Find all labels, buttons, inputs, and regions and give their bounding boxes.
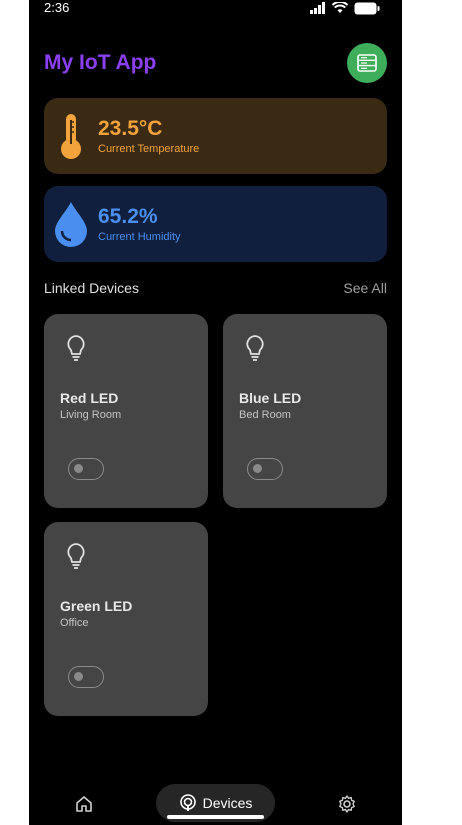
status-icons: [310, 1, 380, 15]
devices-icon: [179, 794, 196, 811]
wifi-icon: [332, 2, 348, 13]
temperature-card: 23.5°C Current Temperature: [44, 98, 387, 174]
server-icon: [357, 54, 377, 72]
device-room: Living Room: [60, 409, 122, 421]
linked-devices-title: Linked Devices: [44, 280, 139, 296]
battery-icon: [354, 2, 380, 14]
toggle-knob: [253, 464, 262, 473]
toggle-knob: [74, 464, 83, 473]
humidity-card: 65.2% Current Humidity: [44, 186, 387, 262]
lightbulb-icon: [67, 335, 85, 361]
thermometer-icon: [61, 114, 81, 159]
device-room: Bed Room: [239, 409, 291, 421]
see-all-link[interactable]: See All: [343, 280, 387, 297]
device-toggle[interactable]: [68, 458, 104, 480]
app-title: My IoT App: [44, 51, 157, 74]
device-card-red-led[interactable]: Red LED Living Room: [44, 314, 208, 508]
device-name: Blue LED: [239, 390, 302, 406]
server-button[interactable]: [347, 43, 387, 83]
device-card-blue-led[interactable]: Blue LED Bed Room: [223, 314, 387, 508]
lightbulb-icon: [67, 543, 85, 569]
nav-devices-label: Devices: [202, 795, 253, 811]
humidity-value: 65.2%: [98, 205, 158, 228]
device-name: Red LED: [60, 390, 119, 406]
water-drop-icon: [55, 202, 87, 247]
toggle-knob: [74, 672, 83, 681]
device-card-green-led[interactable]: Green LED Office: [44, 522, 208, 716]
home-indicator: [167, 815, 264, 819]
status-time: 2:36: [44, 0, 70, 15]
humidity-label: Current Humidity: [98, 231, 181, 243]
signal-icon: [310, 2, 325, 14]
device-name: Green LED: [60, 598, 133, 614]
lightbulb-icon: [246, 335, 264, 361]
home-icon[interactable]: [74, 794, 94, 814]
device-toggle[interactable]: [247, 458, 283, 480]
gear-icon[interactable]: [337, 794, 357, 814]
temperature-value: 23.5°C: [98, 117, 163, 140]
phone-screen: 2:36 My IoT App 23.5°C Current Temperatu…: [29, 0, 402, 825]
device-toggle[interactable]: [68, 666, 104, 688]
temperature-label: Current Temperature: [98, 143, 200, 155]
device-room: Office: [60, 617, 89, 629]
